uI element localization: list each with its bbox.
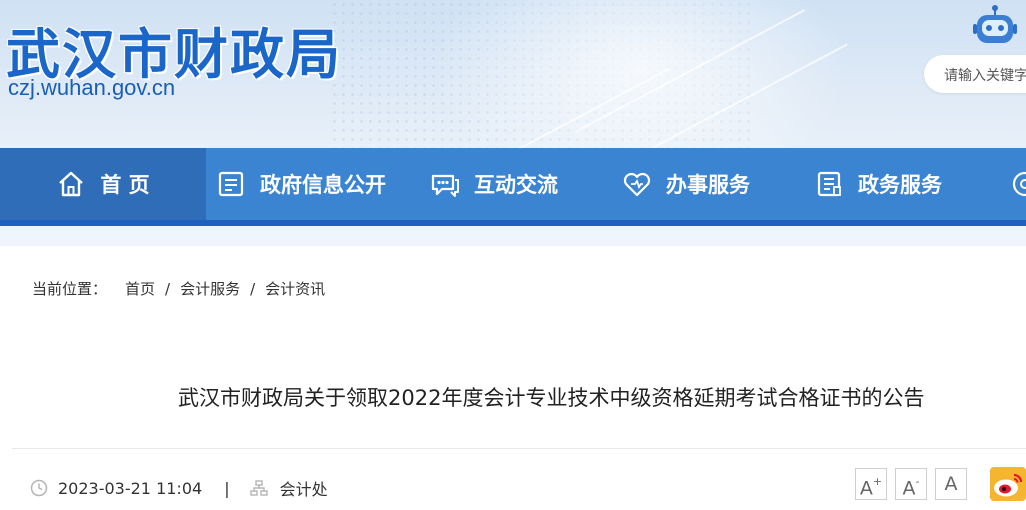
- nav-item-home[interactable]: 首 页: [0, 148, 206, 220]
- font-decrease-button[interactable]: A-: [895, 468, 927, 500]
- chat-icon: [431, 174, 459, 197]
- header-banner: 武汉市财政局 czj.wuhan.gov.cn 请输入关键字: [0, 0, 1026, 148]
- nav-item-gov-services[interactable]: 政务服务: [814, 148, 942, 220]
- nav-underline: [0, 220, 1026, 226]
- search-placeholder: 请输入关键字: [944, 68, 1026, 84]
- globe-icon: [1012, 171, 1026, 197]
- home-icon: [59, 171, 84, 197]
- font-reset-button[interactable]: A: [935, 468, 967, 500]
- nav-item-label: 政务服务: [858, 173, 942, 197]
- main-nav: 首 页 政府信息公开 互动交流 办事服务 政务服务: [0, 148, 1026, 226]
- nav-item-label: 政府信息公开: [260, 173, 386, 197]
- breadcrumb-label: 当前位置：: [32, 280, 108, 298]
- meta-separator: |: [224, 478, 230, 498]
- nav-item-services[interactable]: 办事服务: [622, 148, 750, 220]
- article-source: 会计处: [279, 480, 328, 499]
- nav-item-interaction[interactable]: 互动交流: [430, 148, 558, 220]
- site-domain: czj.wuhan.gov.cn: [8, 75, 176, 100]
- nav-item-label: 互动交流: [474, 173, 558, 197]
- weibo-share-icon[interactable]: [990, 467, 1026, 501]
- breadcrumb-separator: /: [250, 279, 256, 298]
- article-panel: 当前位置： 首页 / 会计服务 / 会计资讯 武汉市财政局关于领取2022年度会…: [0, 246, 1026, 510]
- article-title: 武汉市财政局关于领取2022年度会计专业技术中级资格延期考试合格证书的公告: [178, 386, 925, 410]
- clock-icon: [30, 479, 48, 497]
- nav-item-label: 首 页: [100, 173, 150, 197]
- search-input[interactable]: 请输入关键字: [924, 55, 1026, 93]
- breadcrumb: 当前位置： 首页 / 会计服务 / 会计资讯: [32, 278, 325, 299]
- document-icon: [218, 171, 244, 197]
- breadcrumb-item-accounting-services[interactable]: 会计服务: [180, 278, 240, 299]
- breadcrumb-separator: /: [165, 279, 171, 298]
- font-increase-button[interactable]: A+: [855, 468, 887, 500]
- nav-item-more[interactable]: [1010, 148, 1026, 220]
- org-chart-icon: [249, 480, 268, 496]
- list-icon: [817, 171, 841, 197]
- breadcrumb-item-home[interactable]: 首页: [125, 278, 155, 299]
- divider: [12, 448, 1026, 449]
- robot-assistant-icon[interactable]: [972, 4, 1018, 48]
- nav-item-gov-info[interactable]: 政府信息公开: [216, 148, 386, 220]
- breadcrumb-item-accounting-news[interactable]: 会计资讯: [265, 278, 325, 299]
- heart-icon: [623, 172, 651, 197]
- publish-date: 2023-03-21 11:04: [58, 478, 203, 498]
- nav-item-label: 办事服务: [666, 173, 750, 197]
- article-meta: 2023-03-21 11:04 | 会计处: [30, 476, 328, 500]
